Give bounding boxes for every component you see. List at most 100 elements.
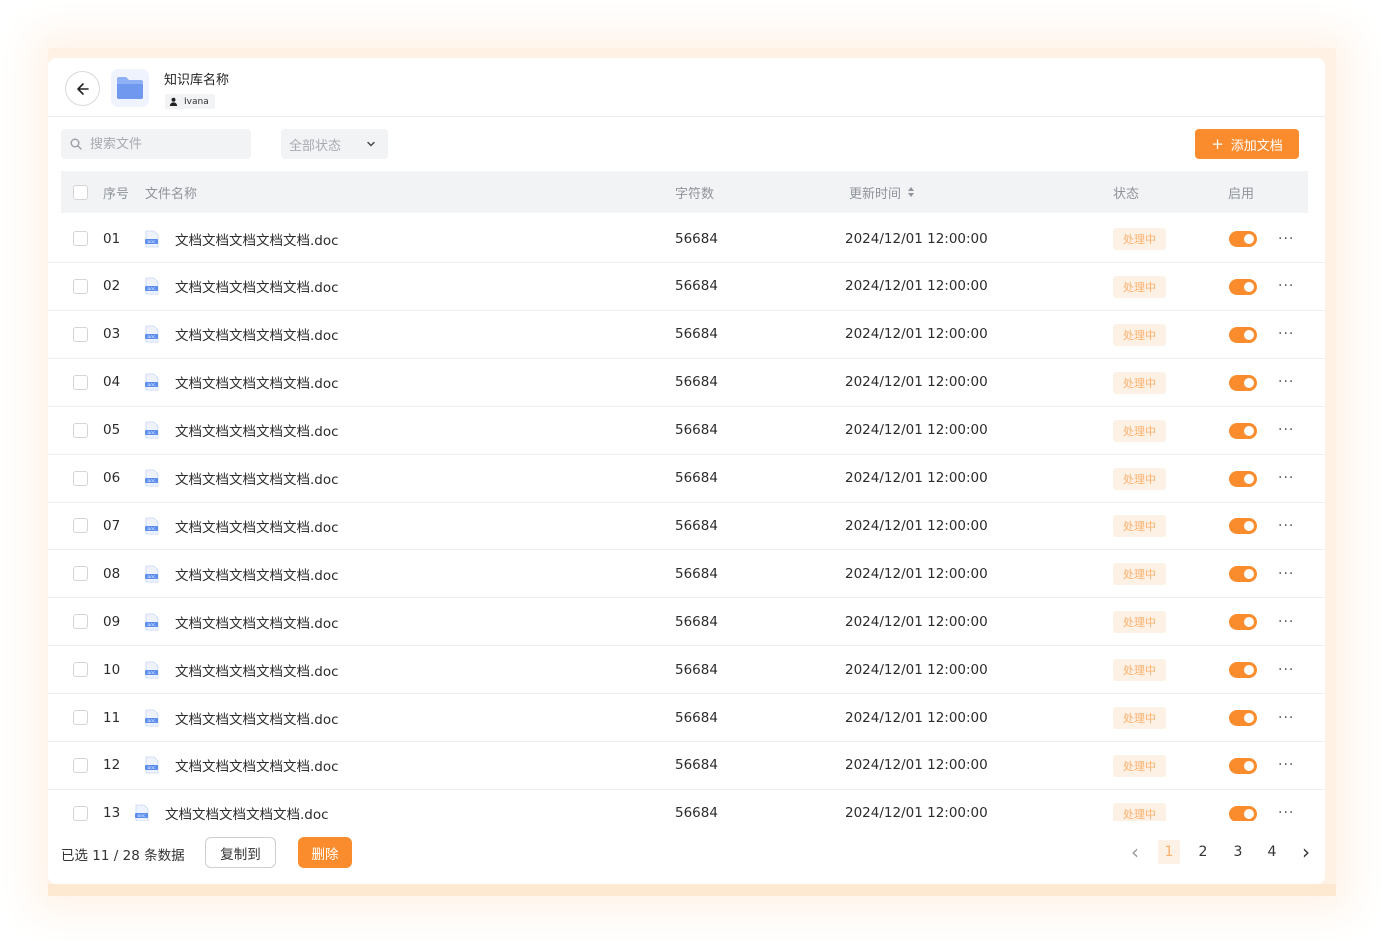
row-file-name[interactable]: 文档文档文档文档文档.doc xyxy=(175,550,339,597)
row-file-name[interactable]: 文档文档文档文档文档.doc xyxy=(175,502,339,549)
next-page-icon[interactable]: › xyxy=(1299,840,1313,864)
enable-toggle[interactable] xyxy=(1229,278,1257,295)
table-row[interactable]: 11 DOC 文档文档文档文档文档.doc 56684 2024/12/01 1… xyxy=(48,694,1325,742)
table-row[interactable]: 02 DOC 文档文档文档文档文档.doc 56684 2024/12/01 1… xyxy=(48,263,1325,311)
more-options-icon[interactable]: ··· xyxy=(1278,455,1294,502)
more-options-icon[interactable]: ··· xyxy=(1278,598,1294,645)
row-file-name[interactable]: 文档文档文档文档文档.doc xyxy=(175,311,339,358)
row-file-name[interactable]: 文档文档文档文档文档.doc xyxy=(175,263,339,310)
enable-toggle[interactable] xyxy=(1229,566,1257,583)
row-checkbox[interactable] xyxy=(73,502,88,549)
table-row[interactable]: 09 DOC 文档文档文档文档文档.doc 56684 2024/12/01 1… xyxy=(48,598,1325,647)
more-options-icon[interactable]: ··· xyxy=(1278,742,1294,789)
table-row[interactable]: 06 DOC 文档文档文档文档文档.doc 56684 2024/12/01 1… xyxy=(48,455,1325,503)
enable-toggle[interactable] xyxy=(1229,470,1257,487)
row-checkbox[interactable] xyxy=(73,311,88,358)
row-checkbox[interactable] xyxy=(73,455,88,502)
search-icon xyxy=(70,138,82,150)
enable-toggle[interactable] xyxy=(1229,805,1257,821)
page-2[interactable]: 2 xyxy=(1196,840,1210,864)
row-checkbox[interactable] xyxy=(73,598,88,645)
folder-icon xyxy=(111,69,149,107)
enable-toggle[interactable] xyxy=(1229,231,1257,247)
table-row[interactable]: 10 DOC 文档文档文档文档文档.doc 56684 2024/12/01 1… xyxy=(48,646,1325,695)
back-button[interactable] xyxy=(65,71,100,106)
more-options-icon[interactable]: ··· xyxy=(1278,646,1294,693)
col-updated[interactable]: 更新时间 xyxy=(849,171,915,213)
more-options-icon[interactable]: ··· xyxy=(1278,359,1294,406)
table-row[interactable]: 05 DOC 文档文档文档文档文档.doc 56684 2024/12/01 1… xyxy=(48,407,1325,455)
page-1[interactable]: 1 xyxy=(1158,840,1180,864)
row-checkbox[interactable] xyxy=(73,742,88,789)
table-header: 序号 文件名称 字符数 更新时间 状态 启用 xyxy=(61,171,1308,213)
row-checkbox[interactable] xyxy=(73,263,88,310)
enable-toggle[interactable] xyxy=(1229,518,1257,535)
prev-page-icon[interactable]: ‹ xyxy=(1128,840,1142,864)
owner-tag: Ivana xyxy=(165,94,215,109)
row-file-name[interactable]: 文档文档文档文档文档.doc xyxy=(175,359,339,406)
sort-icon xyxy=(908,187,915,197)
enable-toggle[interactable] xyxy=(1229,710,1257,726)
row-checkbox[interactable] xyxy=(73,359,88,406)
more-options-icon[interactable]: ··· xyxy=(1278,550,1294,597)
row-file-name[interactable]: 文档文档文档文档文档.doc xyxy=(175,598,339,645)
svg-text:DOC: DOC xyxy=(147,335,156,339)
enable-toggle[interactable] xyxy=(1229,662,1257,679)
svg-text:DOC: DOC xyxy=(147,240,156,244)
row-file-name[interactable]: 文档文档文档文档文档.doc xyxy=(175,455,339,502)
row-file-name[interactable]: 文档文档文档文档文档.doc xyxy=(165,790,329,821)
row-checkbox[interactable] xyxy=(73,407,88,454)
table-row[interactable]: 12 DOC 文档文档文档文档文档.doc 56684 2024/12/01 1… xyxy=(48,742,1325,790)
row-index: 13 xyxy=(103,805,121,821)
row-updated-time: 2024/12/01 12:00:00 xyxy=(845,757,988,774)
add-document-button[interactable]: + 添加文档 xyxy=(1195,129,1299,159)
row-file-name[interactable]: 文档文档文档文档文档.doc xyxy=(175,694,339,741)
doc-file-icon: DOC xyxy=(144,502,160,549)
row-index: 11 xyxy=(103,709,121,726)
row-checkbox[interactable] xyxy=(73,790,88,821)
svg-text:DOC: DOC xyxy=(147,287,156,291)
row-checkbox[interactable] xyxy=(73,694,88,741)
table-row[interactable]: 01 DOC 文档文档文档文档文档.doc 56684 2024/12/01 1… xyxy=(48,215,1325,263)
more-options-icon[interactable]: ··· xyxy=(1278,311,1294,358)
doc-file-icon: DOC xyxy=(144,311,160,358)
more-options-icon[interactable]: ··· xyxy=(1278,790,1294,821)
status-badge: 处理中 xyxy=(1113,802,1166,821)
more-options-icon[interactable]: ··· xyxy=(1278,502,1294,549)
table-row[interactable]: 13 DOC 文档文档文档文档文档.doc 56684 2024/12/01 1… xyxy=(48,790,1325,821)
page-3[interactable]: 3 xyxy=(1231,840,1245,864)
row-file-name[interactable]: 文档文档文档文档文档.doc xyxy=(175,742,339,789)
enable-toggle[interactable] xyxy=(1229,374,1257,391)
page-4[interactable]: 4 xyxy=(1265,840,1279,864)
select-all-checkbox[interactable] xyxy=(73,171,88,213)
copy-to-button[interactable]: 复制到 xyxy=(205,837,276,868)
search-input[interactable] xyxy=(90,136,240,152)
row-updated-time: 2024/12/01 12:00:00 xyxy=(845,278,988,295)
row-checkbox[interactable] xyxy=(73,215,88,262)
row-file-name[interactable]: 文档文档文档文档文档.doc xyxy=(175,407,339,454)
row-file-name[interactable]: 文档文档文档文档文档.doc xyxy=(175,215,339,262)
table-row[interactable]: 04 DOC 文档文档文档文档文档.doc 56684 2024/12/01 1… xyxy=(48,359,1325,407)
owner-name: Ivana xyxy=(184,96,209,107)
row-char-count: 56684 xyxy=(675,470,718,486)
more-options-icon[interactable]: ··· xyxy=(1278,215,1294,262)
more-options-icon[interactable]: ··· xyxy=(1278,694,1294,741)
table-row[interactable]: 03 DOC 文档文档文档文档文档.doc 56684 2024/12/01 1… xyxy=(48,311,1325,359)
bottom-accent-strip xyxy=(48,884,1336,896)
more-options-icon[interactable]: ··· xyxy=(1278,407,1294,454)
row-updated-time: 2024/12/01 12:00:00 xyxy=(845,517,988,534)
status-badge: 处理中 xyxy=(1113,371,1166,394)
row-checkbox[interactable] xyxy=(73,550,88,597)
status-filter-select[interactable]: 全部状态 xyxy=(281,129,388,159)
enable-toggle[interactable] xyxy=(1229,422,1257,439)
table-row[interactable]: 08 DOC 文档文档文档文档文档.doc 56684 2024/12/01 1… xyxy=(48,550,1325,599)
search-box[interactable] xyxy=(61,129,251,159)
enable-toggle[interactable] xyxy=(1229,757,1257,774)
row-checkbox[interactable] xyxy=(73,646,88,693)
table-row[interactable]: 07 DOC 文档文档文档文档文档.doc 56684 2024/12/01 1… xyxy=(48,502,1325,551)
enable-toggle[interactable] xyxy=(1229,326,1257,343)
enable-toggle[interactable] xyxy=(1229,614,1257,631)
row-file-name[interactable]: 文档文档文档文档文档.doc xyxy=(175,646,339,693)
delete-button[interactable]: 删除 xyxy=(298,837,352,868)
more-options-icon[interactable]: ··· xyxy=(1278,263,1294,310)
